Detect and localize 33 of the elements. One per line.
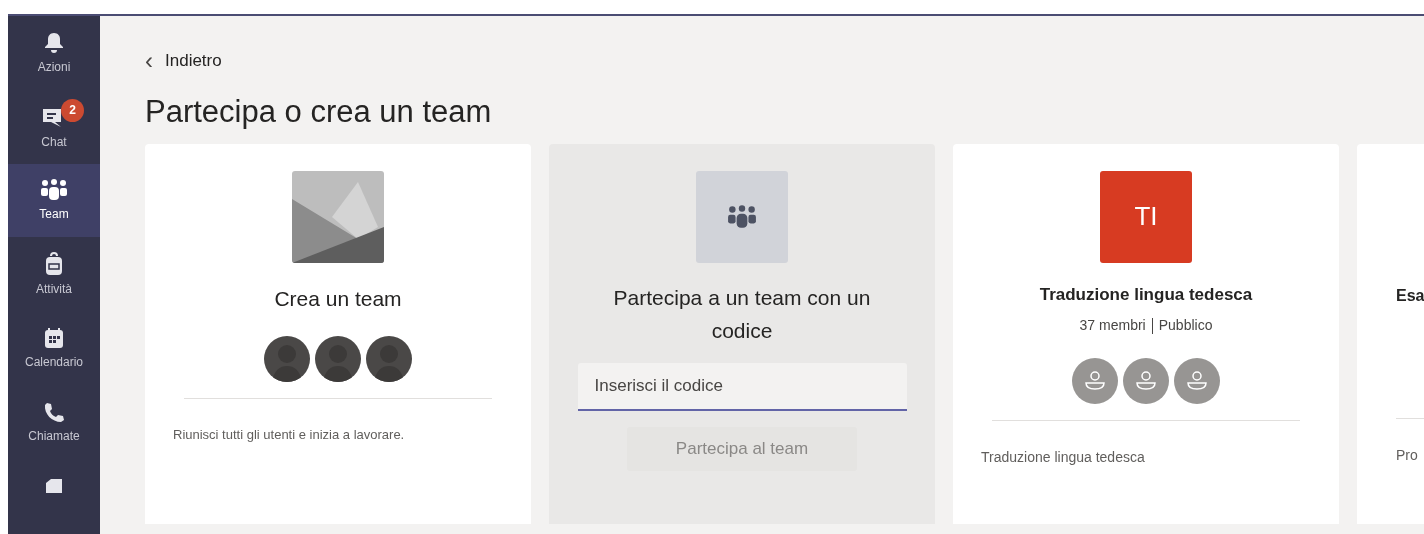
- bell-icon: [44, 31, 64, 54]
- avatar-placeholder: [264, 336, 310, 382]
- team-avatar: TI: [1100, 170, 1192, 263]
- unread-badge: 2: [61, 98, 84, 122]
- member-count: 37 membri: [1079, 316, 1146, 335]
- avatar-placeholder: [315, 336, 361, 382]
- sidebar-tab[interactable]: Attività: [8, 237, 100, 311]
- code-input-field[interactable]: Inserisci il codice: [577, 362, 907, 411]
- people-icon: [727, 204, 757, 229]
- avatar-placeholder: [1072, 358, 1118, 404]
- card-description: Pro: [1396, 445, 1418, 465]
- people-icon: [40, 179, 68, 202]
- sidebar-tab[interactable]: 2 Chat: [8, 89, 100, 164]
- avatar-placeholder: [1174, 358, 1220, 404]
- card-title: Crea un team: [274, 285, 402, 312]
- phone-icon: [43, 400, 65, 423]
- calendar-icon: [43, 326, 65, 349]
- card-title: Esa: [1396, 285, 1424, 306]
- card-description: Riunisci tutti gli utenti e inizia a lavorare.: [173, 426, 405, 444]
- team-visibility: Pubblico: [1158, 316, 1213, 335]
- sidebar-tab[interactable]: Team: [8, 163, 100, 238]
- avatar-placeholder: [1123, 358, 1169, 404]
- avatar-placeholder: [366, 336, 412, 382]
- back-link[interactable]: ‹ Indietro: [145, 48, 222, 74]
- card-description: Traduzione lingua tedesca: [981, 448, 1145, 467]
- card-title: Partecipa a un team con un codice: [612, 284, 872, 344]
- card-title: Traduzione lingua tedesca: [1039, 283, 1253, 306]
- document-icon: [45, 478, 63, 493]
- sidebar-tab[interactable]: Chiamate: [8, 384, 100, 459]
- page-title: Partecipa o crea un team: [145, 92, 493, 131]
- backpack-icon: [44, 252, 64, 277]
- sidebar-tab[interactable]: Calendario: [8, 311, 100, 385]
- sidebar-tab[interactable]: Azioni: [8, 16, 100, 90]
